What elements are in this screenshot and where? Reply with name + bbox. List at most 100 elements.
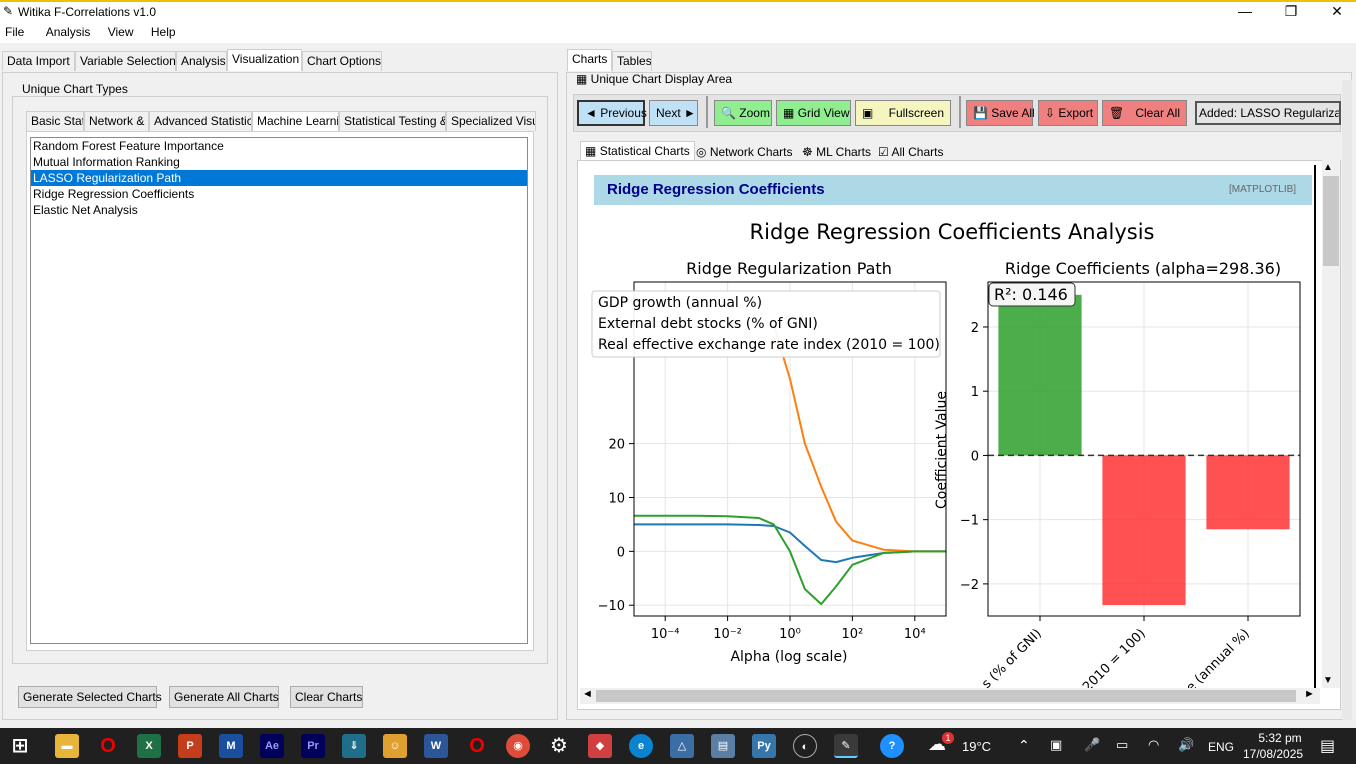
scroll-right-icon[interactable]: ► bbox=[1304, 688, 1315, 700]
powerpoint-icon[interactable]: P bbox=[178, 734, 202, 758]
scroll-thumb-horizontal[interactable] bbox=[596, 690, 1296, 702]
outer-scrollbar[interactable] bbox=[1342, 80, 1352, 720]
app-image-icon[interactable]: ▤ bbox=[711, 734, 735, 758]
tab-advanced-statistic[interactable]: Advanced Statistic bbox=[149, 111, 252, 131]
scroll-up-icon[interactable]: ▲ bbox=[1323, 162, 1333, 173]
tab-chart-options[interactable]: Chart Options bbox=[302, 51, 382, 71]
minimize-button[interactable]: — bbox=[1222, 3, 1268, 19]
notification-badge: 1 bbox=[942, 732, 954, 744]
windows-start-icon[interactable]: ⊞ bbox=[8, 734, 32, 758]
scroll-thumb[interactable] bbox=[1323, 176, 1339, 266]
clear-charts-button[interactable]: Clear Charts bbox=[290, 686, 363, 708]
clock-time[interactable]: 5:32 pm bbox=[1250, 731, 1310, 745]
menu-file[interactable]: File bbox=[0, 23, 29, 41]
y-tick-label: 0 bbox=[971, 449, 979, 464]
tab-basic-stat[interactable]: Basic Stat bbox=[26, 111, 84, 131]
clear-all-label: Clear All bbox=[1135, 106, 1180, 120]
previous-button[interactable]: ◄ Previous bbox=[577, 100, 647, 126]
obs-icon[interactable]: ◐ bbox=[793, 734, 817, 758]
zoom-button[interactable]: 🔍 Zoom bbox=[714, 100, 772, 126]
excel-icon[interactable]: X bbox=[137, 734, 161, 758]
language-indicator[interactable]: ENG bbox=[1208, 740, 1234, 754]
microphone-icon[interactable]: 🎤 bbox=[1084, 737, 1100, 753]
app-cloud-icon[interactable]: △ bbox=[670, 734, 694, 758]
display-area-text: Unique Chart Display Area bbox=[590, 72, 733, 86]
export-label: Export bbox=[1058, 106, 1094, 120]
tab-charts[interactable]: Charts bbox=[567, 49, 612, 71]
regularization-path-plot: 10⁻⁴ 10⁻² 10⁰ 10² 10⁴ −10 0 10 20 GDP growth (ann… bbox=[591, 281, 947, 642]
list-item-selected[interactable]: LASSO Regularization Path bbox=[31, 170, 527, 186]
save-all-button[interactable]: 💾 Save All bbox=[966, 100, 1035, 126]
help-icon[interactable]: ? bbox=[880, 734, 904, 758]
clock-date[interactable]: 17/08/2025 bbox=[1243, 747, 1303, 761]
list-item[interactable]: Ridge Regression Coefficients bbox=[31, 186, 527, 202]
tab-network[interactable]: Network & bbox=[84, 111, 149, 131]
checkbox-icon: ☑ bbox=[878, 145, 889, 159]
editor-icon[interactable]: ⇓ bbox=[342, 734, 366, 758]
file-explorer-icon[interactable]: ▬ bbox=[55, 734, 79, 758]
generate-selected-button[interactable]: Generate Selected Charts bbox=[18, 686, 162, 708]
weather-temp[interactable]: 19°C bbox=[962, 739, 991, 754]
list-item[interactable]: Mutual Information Ranking bbox=[31, 154, 527, 170]
premiere-icon[interactable]: Pr bbox=[301, 734, 325, 758]
opera-gx-icon[interactable]: O bbox=[465, 734, 489, 758]
tab-visualization[interactable]: Visualization bbox=[227, 49, 302, 71]
menu-analysis[interactable]: Analysis bbox=[41, 23, 96, 41]
maximize-button[interactable]: ❐ bbox=[1268, 3, 1314, 20]
r2-annotation: R²: 0.146 bbox=[994, 285, 1068, 304]
opera-icon[interactable]: O bbox=[96, 734, 120, 758]
wifi-icon[interactable]: ◠ bbox=[1148, 737, 1159, 753]
coefficient-bar-plot: −2 −1 0 1 2 s (% of GNI) 2010 = 100) e (annual … bbox=[960, 281, 1301, 688]
menu-view[interactable]: View bbox=[103, 23, 139, 41]
figure-suptitle: Ridge Regression Coefficients Analysis bbox=[750, 220, 1155, 244]
battery-icon[interactable]: ▭ bbox=[1116, 737, 1128, 753]
horizontal-scrollbar[interactable]: ◄ ► bbox=[580, 688, 1320, 704]
taskbar: ⊞ ▬ O X P M Ae Pr ⇓ ☺ W O ◉ ⚙ ◆ e △ ▤ Py… bbox=[0, 728, 1356, 764]
export-icon: ⇩ bbox=[1045, 106, 1056, 120]
app-m-icon[interactable]: M bbox=[219, 734, 243, 758]
meet-icon[interactable]: ▣ bbox=[1050, 737, 1062, 753]
fullscreen-button[interactable]: ▣ Fullscreen bbox=[855, 100, 951, 126]
chart-list[interactable]: Random Forest Feature Importance Mutual … bbox=[30, 137, 528, 644]
tab-label: Network Charts bbox=[709, 145, 793, 159]
settings-gear-icon[interactable]: ⚙ bbox=[547, 734, 571, 758]
menu-help[interactable]: Help bbox=[146, 23, 181, 41]
edge-icon[interactable]: e bbox=[629, 734, 653, 758]
next-button[interactable]: Next ► bbox=[649, 100, 698, 126]
app-colors-icon[interactable]: ◆ bbox=[588, 734, 612, 758]
grid-view-label: Grid View bbox=[797, 106, 850, 120]
after-effects-icon[interactable]: Ae bbox=[260, 734, 284, 758]
tab-data-import[interactable]: Data Import bbox=[2, 51, 75, 71]
volume-icon[interactable]: 🔊 bbox=[1178, 737, 1194, 753]
tab-analysis[interactable]: Analysis bbox=[176, 51, 227, 71]
tab-specialized-visu[interactable]: Specialized Visu bbox=[446, 111, 536, 131]
scroll-down-icon[interactable]: ▼ bbox=[1323, 675, 1333, 686]
bar bbox=[1206, 455, 1290, 530]
clear-all-button[interactable]: 🗑 Clear All bbox=[1102, 100, 1187, 126]
feather-app-icon[interactable]: ✎ bbox=[834, 734, 858, 758]
chevron-up-icon[interactable]: ⌃ bbox=[1018, 737, 1030, 754]
group-label: Unique Chart Types bbox=[20, 82, 130, 96]
word-icon[interactable]: W bbox=[424, 734, 448, 758]
tab-label: All Charts bbox=[891, 145, 944, 159]
tab-tables[interactable]: Tables bbox=[612, 51, 652, 71]
tab-machine-learning[interactable]: Machine Learni bbox=[252, 111, 339, 133]
scroll-left-icon[interactable]: ◄ bbox=[582, 688, 593, 700]
list-item[interactable]: Elastic Net Analysis bbox=[31, 202, 527, 218]
tab-statistical-testing[interactable]: Statistical Testing & bbox=[339, 111, 446, 131]
tab-statistical-charts[interactable]: ▦ Statistical Charts bbox=[580, 141, 695, 161]
export-button[interactable]: ⇩ Export bbox=[1038, 100, 1098, 126]
grid-view-button[interactable]: ▦ Grid View bbox=[776, 100, 851, 126]
chrome-icon[interactable]: ◉ bbox=[506, 734, 530, 758]
tab-variable-selection[interactable]: Variable Selection bbox=[75, 51, 176, 71]
python-icon[interactable]: Py bbox=[752, 734, 776, 758]
list-item[interactable]: Random Forest Feature Importance bbox=[31, 138, 527, 154]
close-button[interactable]: ✕ bbox=[1314, 3, 1356, 20]
app-face-icon[interactable]: ☺ bbox=[383, 734, 407, 758]
network-icon: ◎ bbox=[696, 145, 707, 159]
vertical-scrollbar[interactable]: ▲ ▼ bbox=[1322, 160, 1340, 688]
zoom-label: Zoom bbox=[739, 106, 770, 120]
generate-all-button[interactable]: Generate All Charts bbox=[169, 686, 279, 708]
bar bbox=[1102, 455, 1186, 606]
notification-center-icon[interactable]: ▤ bbox=[1320, 736, 1335, 756]
